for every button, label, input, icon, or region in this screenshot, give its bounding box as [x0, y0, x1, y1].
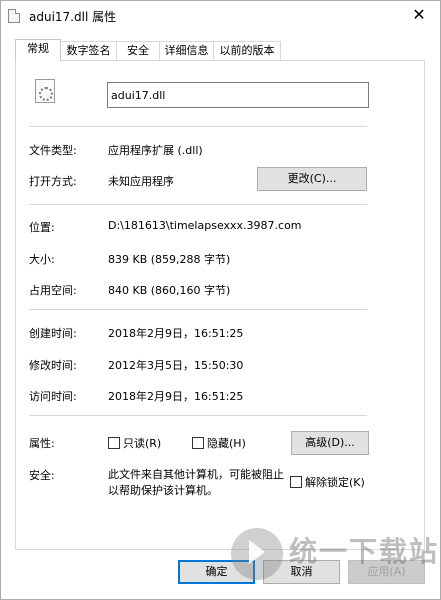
dll-gear-file-icon — [35, 79, 55, 103]
window-title: adui17.dll 属性 — [29, 10, 117, 24]
hidden-checkbox-box[interactable] — [192, 437, 204, 449]
close-button[interactable]: ✕ — [398, 1, 440, 31]
attributes-label: 属性: — [29, 437, 55, 450]
tab-digital-signatures[interactable]: 数字签名 — [60, 41, 117, 60]
tab-details[interactable]: 详细信息 — [159, 41, 214, 60]
cancel-button[interactable]: 取消 — [263, 560, 340, 584]
tab-previous-versions[interactable]: 以前的版本 — [213, 41, 281, 60]
size-label: 大小: — [29, 253, 55, 266]
separator — [29, 204, 367, 205]
title-bar[interactable]: adui17.dll 属性 ✕ — [1, 1, 440, 31]
unblock-label: 解除锁定(K) — [305, 476, 365, 489]
properties-dialog: adui17.dll 属性 ✕ 常规 数字签名 安全 详细信息 以前的版本 文件… — [0, 0, 441, 600]
location-label: 位置: — [29, 221, 55, 234]
separator — [29, 126, 367, 127]
dll-file-icon — [8, 9, 20, 23]
separator — [29, 415, 367, 416]
created-value: 2018年2月9日，16:51:25 — [108, 327, 244, 340]
tab-general[interactable]: 常规 — [15, 39, 61, 61]
hidden-label: 隐藏(H) — [207, 437, 246, 450]
separator — [29, 309, 367, 310]
open-with-value: 未知应用程序 — [108, 175, 174, 188]
accessed-value: 2018年2月9日，16:51:25 — [108, 390, 244, 403]
tab-security[interactable]: 安全 — [116, 41, 160, 60]
readonly-checkbox-box[interactable] — [108, 437, 120, 449]
file-type-label: 文件类型: — [29, 144, 77, 157]
readonly-checkbox[interactable]: 只读(R) — [108, 437, 161, 450]
close-icon: ✕ — [412, 5, 426, 24]
ok-button[interactable]: 确定 — [178, 560, 255, 584]
created-label: 创建时间: — [29, 327, 77, 340]
open-with-label: 打开方式: — [29, 175, 77, 188]
change-button[interactable]: 更改(C)... — [257, 167, 367, 191]
file-name-input[interactable] — [107, 82, 369, 108]
hidden-checkbox[interactable]: 隐藏(H) — [192, 437, 246, 450]
readonly-label: 只读(R) — [123, 437, 162, 450]
apply-button[interactable]: 应用(A) — [348, 560, 425, 584]
modified-label: 修改时间: — [29, 359, 77, 372]
size-on-disk-value: 840 KB (860,160 字节) — [108, 284, 231, 297]
security-label: 安全: — [29, 469, 55, 482]
accessed-label: 访问时间: — [29, 390, 77, 403]
location-value: D:\181613\timelapsexxx.3987.com — [108, 219, 302, 232]
file-type-value: 应用程序扩展 (.dll) — [108, 144, 203, 157]
size-on-disk-label: 占用空间: — [29, 284, 77, 297]
size-value: 839 KB (859,288 字节) — [108, 253, 231, 266]
unblock-checkbox-box[interactable] — [290, 476, 302, 488]
security-message: 此文件来自其他计算机，可能被阻止以帮助保护该计算机。 — [108, 468, 284, 497]
unblock-checkbox[interactable]: 解除锁定(K) — [290, 476, 365, 489]
modified-value: 2012年3月5日，15:50:30 — [108, 359, 244, 372]
advanced-button[interactable]: 高级(D)... — [291, 431, 369, 455]
